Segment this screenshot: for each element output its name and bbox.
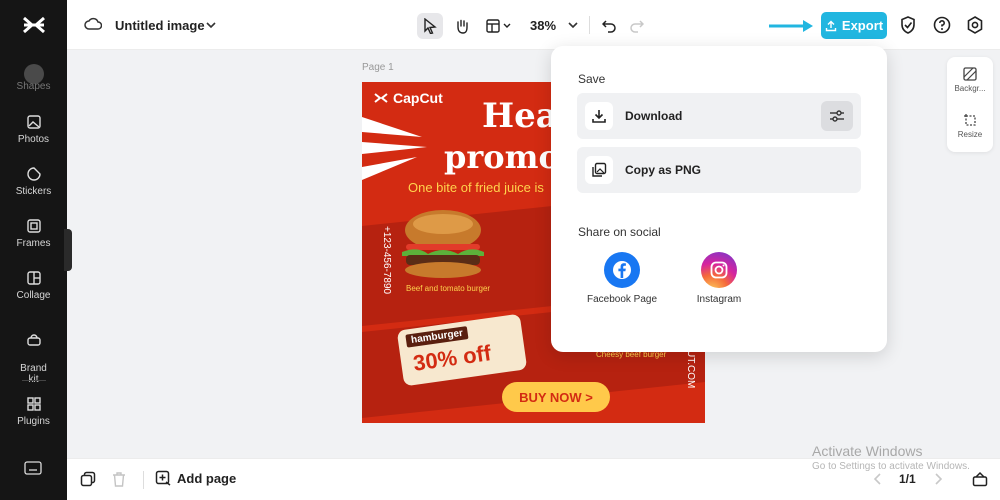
sidebar-item-label: Collage <box>16 290 51 301</box>
chevron-down-icon[interactable] <box>567 19 579 31</box>
sidebar-item-label: Plugins <box>17 416 50 427</box>
brand-kit-icon <box>26 334 41 346</box>
undo-button[interactable] <box>597 13 621 39</box>
sidebar-item-photos[interactable]: Photos <box>0 114 67 145</box>
resize-button[interactable]: Resize <box>947 113 993 139</box>
sliders-icon <box>830 110 844 122</box>
add-page-icon <box>155 470 171 486</box>
copy-as-png-label: Copy as PNG <box>625 163 702 177</box>
discount-amount: 30% off <box>411 340 493 376</box>
page-counter: 1/1 <box>899 472 916 486</box>
poster-headline: Hea <box>482 96 558 136</box>
settings-icon[interactable] <box>966 16 984 34</box>
sidebar-item-label: Stickers <box>15 186 52 197</box>
poster-caption: Beef and tomato burger <box>406 284 491 293</box>
resize-label: Resize <box>957 130 983 139</box>
layout-icon <box>486 19 511 33</box>
sunburst-decoration <box>362 117 427 180</box>
export-dropdown: Save Download Copy as PNG Share on socia… <box>551 46 887 352</box>
instagram-label: Instagram <box>696 294 742 305</box>
sticker-icon <box>26 167 41 181</box>
share-facebook-page[interactable]: Facebook Page <box>582 252 662 306</box>
image-icon <box>26 115 41 129</box>
plugins-icon <box>26 397 41 411</box>
sidebar-divider <box>22 380 46 381</box>
top-toolbar: Untitled image 38% Export <box>67 0 1000 50</box>
document-title[interactable]: Untitled image <box>115 18 205 33</box>
keyboard-shortcuts-icon[interactable] <box>24 461 42 475</box>
trash-icon[interactable] <box>112 471 126 487</box>
sidebar-item-label: Frames <box>16 238 51 249</box>
bottom-divider <box>143 471 144 489</box>
export-button[interactable]: Export <box>821 12 887 39</box>
sidebar-item-collage[interactable]: Collage <box>0 270 67 301</box>
resize-icon <box>964 114 976 126</box>
facebook-icon <box>604 252 640 288</box>
sidebar-item-stickers[interactable]: Stickers <box>0 166 67 197</box>
add-page-button[interactable]: Add page <box>155 470 236 486</box>
zoom-level[interactable]: 38% <box>530 18 556 33</box>
sidebar-item-plugins[interactable]: Plugins <box>0 396 67 427</box>
redo-button[interactable] <box>625 13 649 39</box>
poster-brand-text: CapCut <box>393 90 443 106</box>
background-icon <box>963 67 977 81</box>
hand-tool-button[interactable] <box>449 13 475 39</box>
share-section-heading: Share on social <box>578 225 661 239</box>
layout-button[interactable] <box>483 13 517 39</box>
redo-icon <box>630 20 644 33</box>
capcut-logo-icon <box>374 93 388 103</box>
capcut-logo-icon[interactable] <box>22 14 46 36</box>
burger-image <box>402 210 484 278</box>
copy-image-icon <box>585 156 613 184</box>
background-label: Backgr... <box>954 84 986 93</box>
copy-as-png-option[interactable]: Copy as PNG <box>577 147 861 193</box>
background-button[interactable]: Backgr... <box>947 67 993 93</box>
sidebar-item-label: Brand kit <box>20 363 47 385</box>
instagram-icon <box>701 252 737 288</box>
save-section-heading: Save <box>578 72 606 86</box>
shield-icon[interactable] <box>900 16 916 34</box>
download-icon <box>585 102 613 130</box>
left-sidebar: Shapes Photos Stickers Frames Collage Br… <box>0 0 72 500</box>
frame-icon <box>26 219 41 233</box>
sidebar-item-frames[interactable]: Frames <box>0 218 67 249</box>
sidebar-item-label: Photos <box>17 134 50 145</box>
add-page-label: Add page <box>177 470 237 486</box>
toolbar-divider <box>589 16 590 34</box>
page-label: Page 1 <box>362 62 394 73</box>
windows-activation-hint: Go to Settings to activate Windows. <box>812 461 970 472</box>
pointer-icon <box>424 18 437 34</box>
poster-headline: promo <box>444 138 560 176</box>
chevron-down-icon[interactable] <box>205 19 217 31</box>
select-tool-button[interactable] <box>417 13 443 39</box>
right-tools-panel: Backgr... Resize <box>947 57 993 152</box>
chevron-right-icon[interactable] <box>933 473 943 485</box>
poster-cta: BUY NOW > <box>502 382 610 412</box>
undo-icon <box>602 20 616 33</box>
poster-brand: CapCut <box>374 90 443 106</box>
chevron-left-icon[interactable] <box>873 473 883 485</box>
copy-page-icon[interactable] <box>80 471 96 487</box>
poster-website: UT.COM <box>685 350 696 389</box>
collage-icon <box>26 271 41 285</box>
download-settings-button[interactable] <box>821 101 853 131</box>
hand-icon <box>457 19 468 34</box>
windows-activation-watermark: Activate Windows <box>812 443 923 459</box>
arrow-right-icon <box>769 20 813 32</box>
sidebar-collapse-handle[interactable] <box>64 229 72 271</box>
cloud-sync-icon[interactable] <box>84 16 102 32</box>
export-button-label: Export <box>841 18 884 33</box>
sidebar-item-brand-kit[interactable]: Brand kit <box>0 321 67 385</box>
facebook-label: Facebook Page <box>586 294 658 305</box>
upload-icon <box>825 20 837 31</box>
pages-panel-icon[interactable] <box>972 471 988 487</box>
sidebar-item-shapes-label: Shapes <box>16 81 51 92</box>
poster-tagline: One bite of fried juice is <box>408 180 544 195</box>
share-instagram[interactable]: Instagram <box>679 252 759 306</box>
poster-phone: +123-456-7890 <box>381 226 392 295</box>
help-icon[interactable] <box>933 16 951 34</box>
download-label: Download <box>625 109 683 123</box>
download-option[interactable]: Download <box>577 93 861 139</box>
